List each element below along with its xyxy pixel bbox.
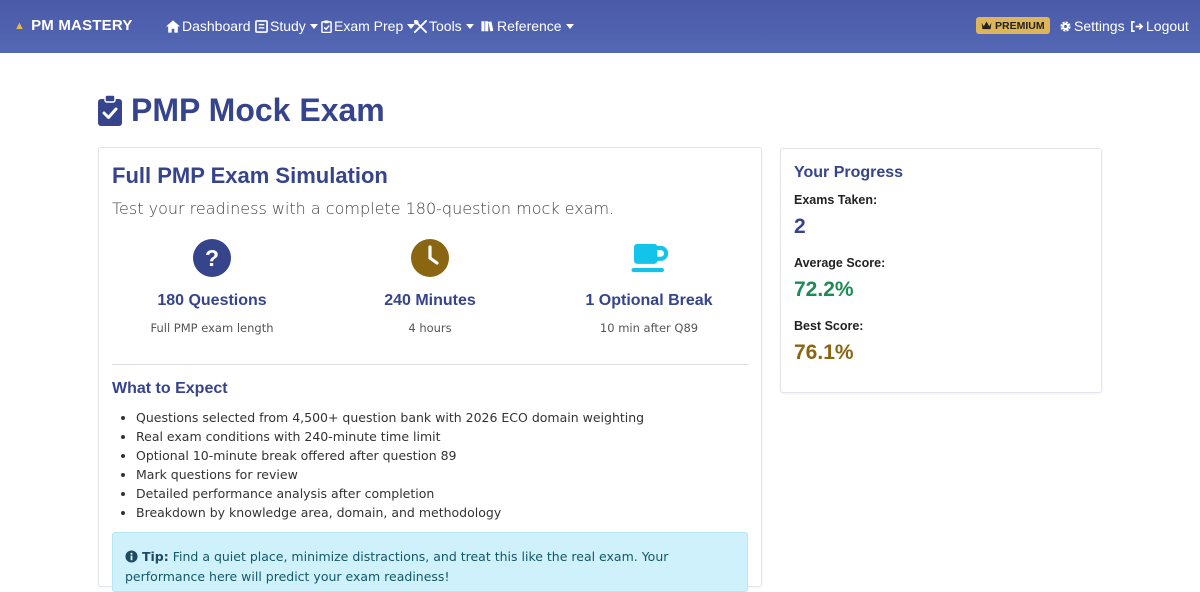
book-icon (255, 19, 268, 33)
info-circle-icon (125, 550, 138, 563)
progress-title: Your Progress (794, 164, 904, 181)
best-score-label: Best Score: (794, 319, 864, 333)
page-title: PMP Mock Exam (131, 92, 385, 128)
nav-study-label: Study (270, 18, 306, 34)
tools-icon (414, 19, 427, 33)
stat-questions-title: 180 Questions (157, 292, 267, 309)
stat-minutes: 240 Minutes 4 hours (320, 238, 540, 335)
brand-caret-icon: ▲ (14, 19, 26, 32)
nav-tools-label: Tools (429, 18, 462, 34)
list-item: Mark questions for review (136, 465, 644, 484)
books-icon (481, 21, 494, 32)
clock-icon (410, 238, 450, 278)
nav-logout[interactable]: Logout (1130, 18, 1189, 34)
logout-icon (1131, 20, 1144, 32)
clipboard-check-icon (98, 94, 122, 126)
expect-heading: What to Expect (112, 380, 228, 397)
page-header: PMP Mock Exam (97, 92, 385, 129)
chevron-down-icon (309, 23, 318, 29)
nav-dashboard[interactable]: Dashboard (166, 18, 251, 34)
brand-logo[interactable]: ▲ PM MASTERY (14, 17, 133, 34)
tip-alert: Tip: Find a quiet place, minimize distra… (112, 532, 748, 592)
stat-break-title: 1 Optional Break (585, 292, 713, 309)
card-subtitle: Test your readiness with a complete 180-… (112, 199, 615, 218)
exams-taken-value: 2 (794, 215, 806, 238)
stat-minutes-desc: 4 hours (408, 321, 452, 335)
question-circle-icon: ? (192, 238, 232, 278)
list-item: Real exam conditions with 240-minute tim… (136, 427, 644, 446)
best-score-value: 76.1% (794, 341, 854, 364)
home-icon (166, 19, 180, 33)
nav-reference[interactable]: Reference (481, 18, 574, 34)
nav-exam-prep-label: Exam Prep (334, 18, 404, 34)
nav-exam-prep[interactable]: Exam Prep (321, 18, 416, 34)
coffee-icon (629, 238, 669, 278)
list-item: Breakdown by knowledge area, domain, and… (136, 503, 644, 522)
card-title: Full PMP Exam Simulation (112, 163, 388, 188)
chevron-down-icon (565, 23, 574, 29)
average-score-value: 72.2% (794, 278, 854, 301)
nav-settings[interactable]: Settings (1059, 18, 1125, 34)
progress-card: Your Progress Exams Taken: 2 Average Sco… (780, 148, 1102, 393)
clipboard-check-icon (321, 20, 332, 33)
premium-badge[interactable]: PREMIUM (976, 17, 1050, 34)
nav-study[interactable]: Study (255, 18, 318, 34)
nav-dashboard-label: Dashboard (182, 18, 251, 34)
tip-text: Find a quiet place, minimize distraction… (125, 549, 669, 584)
nav-reference-label: Reference (497, 18, 562, 34)
brand-name: PM MASTERY (31, 17, 133, 34)
nav-settings-label: Settings (1074, 18, 1125, 34)
chevron-down-icon (465, 23, 474, 29)
nav-logout-label: Logout (1146, 18, 1189, 34)
list-item: Detailed performance analysis after comp… (136, 484, 644, 503)
section-divider (112, 364, 748, 365)
stat-break-desc: 10 min after Q89 (599, 321, 699, 335)
exam-simulation-card: Full PMP Exam Simulation Test your readi… (98, 147, 762, 592)
svg-text:?: ? (205, 245, 219, 271)
expect-list: Questions selected from 4,500+ question … (136, 408, 644, 522)
premium-label: PREMIUM (995, 19, 1045, 32)
average-score-label: Average Score: (794, 256, 886, 270)
nav-tools[interactable]: Tools (414, 18, 474, 34)
gear-icon (1060, 20, 1071, 32)
top-navbar: ▲ PM MASTERY Dashboard Study Exam Prep T… (0, 0, 1200, 53)
tip-label: Tip: (141, 549, 169, 564)
exams-taken-label: Exams Taken: (794, 193, 878, 207)
stat-minutes-title: 240 Minutes (384, 292, 476, 309)
list-item: Optional 10-minute break offered after q… (136, 446, 644, 465)
stat-break: 1 Optional Break 10 min after Q89 (539, 238, 759, 335)
stat-questions: ? 180 Questions Full PMP exam length (102, 238, 322, 335)
list-item: Questions selected from 4,500+ question … (136, 408, 644, 427)
stat-questions-desc: Full PMP exam length (150, 321, 274, 335)
crown-icon (981, 21, 992, 30)
